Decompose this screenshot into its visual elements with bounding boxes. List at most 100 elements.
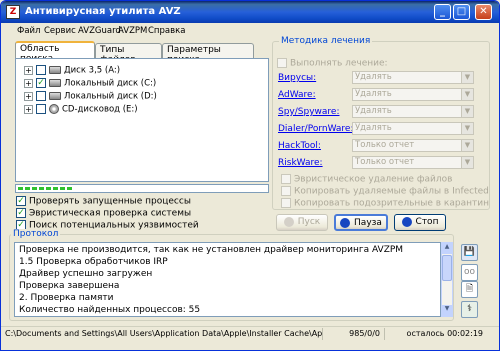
cd-drive-icon bbox=[49, 104, 59, 114]
checkbox-checked[interactable]: ✓ bbox=[16, 208, 26, 218]
expand-icon[interactable]: + bbox=[24, 104, 33, 114]
hard-drive-icon bbox=[49, 79, 61, 87]
play-icon bbox=[283, 216, 294, 227]
link-spyware[interactable]: Spy/Spyware: bbox=[278, 107, 339, 117]
menu-bar: Файл Сервис AVZGuard AVZPM Справка bbox=[1, 23, 499, 39]
perform-label: Выполнять лечение: bbox=[290, 58, 388, 69]
option-copy-infected[interactable]: Копировать удаляемые файлы в Infected bbox=[281, 186, 489, 197]
log-line: Количество найденных процессов: 55 bbox=[19, 305, 201, 315]
select-spyware[interactable]: Удалять ▼ bbox=[352, 105, 474, 118]
menu-avzpm[interactable]: AVZPM bbox=[118, 26, 147, 36]
save-icon[interactable]: 💾 bbox=[461, 244, 478, 261]
select-dialer[interactable]: Удалять ▼ bbox=[352, 122, 474, 135]
link-viruses[interactable]: Вирусы: bbox=[278, 73, 316, 83]
menu-avzguard[interactable]: AVZGuard bbox=[78, 26, 121, 36]
start-button[interactable]: Пуск bbox=[276, 214, 328, 231]
chevron-down-icon: ▼ bbox=[461, 72, 473, 83]
select-value: Удалять bbox=[355, 106, 392, 116]
checkbox[interactable] bbox=[36, 104, 46, 114]
menu-file[interactable]: Файл bbox=[17, 26, 40, 36]
link-hacktool[interactable]: HackTool: bbox=[278, 141, 321, 151]
stop-label: Стоп bbox=[415, 217, 439, 227]
option-label: Копировать подозрительные в карантин bbox=[294, 198, 489, 209]
select-viruses[interactable]: Удалять ▼ bbox=[352, 71, 474, 84]
protocol-title: Протокол bbox=[11, 229, 61, 239]
protocol-log[interactable]: Проверка не производится, так как не уст… bbox=[14, 242, 441, 317]
status-count: 985/0/0 bbox=[325, 328, 385, 340]
tree-item-drive-c[interactable]: + ✓ Локальный диск (C:) bbox=[24, 78, 156, 90]
title-bar[interactable]: Z Антивирусная утилита AVZ _ □ ✕ bbox=[1, 1, 499, 23]
select-value: Удалять bbox=[355, 123, 392, 133]
scan-progress-bar bbox=[15, 184, 269, 193]
drive-label: CD-дисковод (E:) bbox=[62, 104, 138, 115]
option-label: Эвристическое удаление файлов bbox=[294, 174, 453, 185]
maximize-button[interactable]: □ bbox=[453, 4, 470, 20]
checkbox[interactable] bbox=[36, 65, 46, 75]
select-value: Удалять bbox=[355, 89, 392, 99]
expand-icon[interactable]: + bbox=[24, 65, 33, 75]
option-label: Копировать удаляемые файлы в Infected bbox=[294, 186, 489, 197]
checkbox-disabled[interactable] bbox=[281, 198, 291, 208]
checkbox-checked[interactable]: ✓ bbox=[36, 78, 46, 88]
status-remaining: осталось 00:02:19 bbox=[406, 329, 483, 338]
avz-app-icon[interactable]: Z bbox=[6, 5, 20, 19]
stop-button[interactable]: Стоп bbox=[394, 214, 446, 231]
chevron-down-icon: ▼ bbox=[461, 123, 473, 134]
select-riskware[interactable]: Только отчет ▼ bbox=[352, 156, 474, 169]
select-value: Только отчет bbox=[355, 140, 415, 150]
checkbox-checked[interactable]: ✓ bbox=[16, 196, 26, 206]
option-copy-quarantine[interactable]: Копировать подозрительные в карантин bbox=[281, 198, 489, 209]
window-title: Антивирусная утилита AVZ bbox=[25, 6, 181, 17]
scroll-down-icon[interactable]: ▼ bbox=[442, 305, 452, 316]
tab-search-params[interactable]: Параметры поиска bbox=[162, 43, 254, 65]
hard-drive-icon bbox=[49, 92, 61, 100]
log-line: Драйвер успешно загружен bbox=[19, 269, 153, 279]
drive-tree: + Диск 3,5 (A:) + ✓ Локальный диск (C:) + Ло… bbox=[15, 58, 269, 182]
menu-service[interactable]: Сервис bbox=[44, 26, 76, 36]
link-adware[interactable]: AdWare: bbox=[278, 90, 316, 100]
link-riskware[interactable]: RiskWare: bbox=[278, 158, 323, 168]
expand-icon[interactable]: + bbox=[24, 91, 33, 101]
expand-icon[interactable]: + bbox=[24, 78, 33, 88]
tree-item-drive-d[interactable]: + Локальный диск (D:) bbox=[24, 91, 157, 103]
document-icon[interactable]: 🗎 bbox=[461, 281, 478, 298]
start-label: Пуск bbox=[297, 217, 321, 227]
method-group-title: Методика лечения bbox=[279, 36, 373, 46]
chevron-down-icon: ▼ bbox=[461, 89, 473, 100]
checkbox-disabled[interactable] bbox=[281, 186, 291, 196]
pause-label: Пауза bbox=[354, 218, 382, 228]
option-heuristic-delete[interactable]: Эвристическое удаление файлов bbox=[281, 174, 452, 185]
scroll-up-icon[interactable]: ▲ bbox=[442, 243, 452, 254]
log-line: 1.5 Проверка обработчиков IRP bbox=[19, 257, 168, 267]
log-line: 2. Проверка памяти bbox=[19, 293, 114, 303]
perform-treatment-option[interactable]: Выполнять лечение: bbox=[277, 58, 388, 69]
checkbox-disabled[interactable] bbox=[281, 174, 291, 184]
app-window: Z Антивирусная утилита AVZ _ □ ✕ Файл Се… bbox=[0, 0, 500, 351]
tree-item-drive-e[interactable]: + CD-дисковод (E:) bbox=[24, 104, 138, 116]
tab-search-area[interactable]: Область поиска bbox=[15, 41, 95, 64]
pause-button[interactable]: Пауза bbox=[334, 214, 388, 231]
select-hacktool[interactable]: Только отчет ▼ bbox=[352, 139, 474, 152]
tree-item-drive-a[interactable]: + Диск 3,5 (A:) bbox=[24, 65, 120, 77]
checkbox[interactable] bbox=[36, 91, 46, 101]
tab-file-types[interactable]: Типы файлов bbox=[95, 43, 162, 65]
antivirus-icon[interactable]: ⚕ bbox=[461, 301, 478, 318]
glasses-icon[interactable]: oo bbox=[461, 264, 478, 281]
pause-icon bbox=[340, 217, 351, 228]
close-button[interactable]: ✕ bbox=[475, 4, 492, 20]
drive-label: Локальный диск (D:) bbox=[64, 91, 157, 102]
link-dialer[interactable]: Dialer/PornWare: bbox=[278, 124, 354, 134]
option-heuristic[interactable]: ✓ Эвристическая проверка системы bbox=[16, 208, 191, 219]
minimize-button[interactable]: _ bbox=[434, 4, 451, 20]
scroll-thumb[interactable] bbox=[442, 255, 452, 281]
checkbox-disabled[interactable] bbox=[277, 58, 287, 68]
floppy-drive-icon bbox=[49, 66, 61, 74]
log-line: Проверка не производится, так как не уст… bbox=[19, 245, 404, 255]
menu-help[interactable]: Справка bbox=[148, 26, 185, 36]
option-check-processes[interactable]: ✓ Проверять запущенные процессы bbox=[16, 196, 191, 207]
stop-icon bbox=[401, 216, 412, 227]
select-adware[interactable]: Удалять ▼ bbox=[352, 88, 474, 101]
drive-label: Локальный диск (C:) bbox=[64, 78, 157, 89]
chevron-down-icon: ▼ bbox=[461, 140, 473, 151]
protocol-scrollbar[interactable]: ▲ ▼ bbox=[441, 242, 453, 317]
